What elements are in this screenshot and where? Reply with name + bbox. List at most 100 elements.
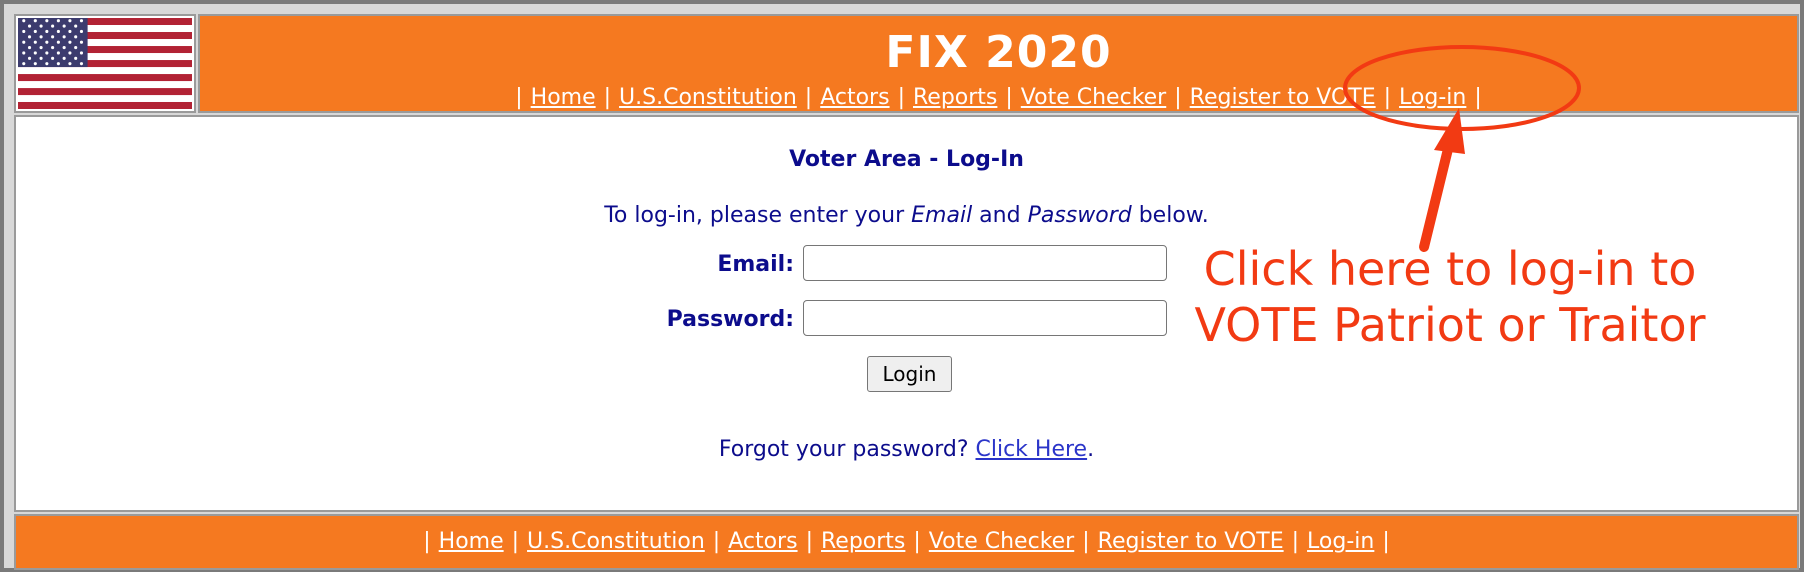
flag-star — [79, 40, 84, 44]
nav-reports-link[interactable]: Reports — [913, 85, 997, 110]
annotation-line-1: Click here to log-in to — [1203, 242, 1697, 296]
nav-separator: | — [1382, 529, 1390, 554]
nav-separator: | — [897, 85, 905, 110]
us-flag-icon — [18, 18, 192, 109]
login-button[interactable]: Login — [867, 356, 952, 392]
nav-login-link[interactable]: Log-in — [1399, 85, 1466, 110]
flag-star — [22, 62, 26, 66]
flag-star — [74, 46, 78, 50]
nav-separator: | — [1291, 529, 1300, 554]
flag-star — [22, 29, 26, 34]
flag-star — [62, 24, 66, 28]
nav-separator: | — [913, 529, 921, 554]
nav-home-link[interactable]: Home — [531, 85, 596, 110]
flag-star — [33, 29, 37, 34]
nav-separator: | — [1474, 85, 1482, 110]
footer-bar: | Home | U.S.Constitution | Actors | Reports | Vo… — [14, 514, 1799, 570]
intro-text: To log-in, please enter your — [604, 203, 912, 228]
header-bar: FIX 2020 | Home | U.S.Constitution | Actors | R… — [198, 14, 1799, 113]
nav-register-link[interactable]: Register to VOTE — [1190, 85, 1376, 110]
flag-star — [45, 19, 49, 23]
password-label: Password: — [666, 307, 794, 332]
site-title: FIX 2020 — [885, 27, 1112, 78]
forgot-password-line: Forgot your password? Click Here. — [16, 437, 1797, 462]
nav-vote-checker-link[interactable]: Vote Checker — [1021, 85, 1166, 110]
flag-star — [56, 40, 60, 44]
footer-nav: | Home | U.S.Constitution | Actors | Reports | Vo… — [16, 528, 1797, 556]
footer-register-link[interactable]: Register to VOTE — [1098, 529, 1284, 554]
nav-separator: | — [1005, 85, 1013, 110]
flag-cell — [14, 14, 196, 113]
flag-star — [79, 51, 84, 55]
flag-star — [79, 62, 84, 66]
flag-star — [39, 46, 43, 50]
intro-text: and — [972, 203, 1028, 228]
flag-star — [56, 62, 60, 66]
footer-constitution-link[interactable]: U.S.Constitution — [527, 529, 705, 554]
flag-star — [39, 56, 43, 60]
footer-reports-link[interactable]: Reports — [821, 529, 905, 554]
nav-separator: | — [423, 529, 431, 554]
flag-star — [56, 51, 60, 55]
forgot-period: . — [1087, 437, 1095, 462]
forgot-password-link[interactable]: Click Here — [976, 437, 1088, 462]
flag-star — [51, 24, 55, 28]
flag-star — [79, 19, 84, 23]
top-nav: | Home | U.S.Constitution | Actors | Reports | Vo… — [200, 84, 1797, 112]
flag-star — [51, 35, 55, 39]
nav-separator: | — [712, 529, 721, 554]
flag-star — [39, 24, 43, 28]
login-title: Voter Area - Log-In — [789, 147, 1024, 172]
intro-text: below. — [1131, 203, 1209, 228]
flag-star — [45, 51, 49, 55]
email-field[interactable] — [803, 245, 1167, 281]
flag-star — [51, 56, 55, 60]
annotation-line-2: VOTE Patriot or Traitor — [1194, 298, 1706, 352]
password-field[interactable] — [803, 300, 1167, 336]
intro-password-word: Password — [1027, 203, 1132, 228]
flag-star — [27, 35, 32, 39]
flag-star — [74, 35, 78, 39]
intro-email-word: Email — [911, 203, 973, 228]
flag-star — [33, 62, 37, 66]
footer-login-link[interactable]: Log-in — [1307, 529, 1374, 554]
flag-star — [45, 40, 49, 44]
flag-star — [74, 24, 78, 28]
flag-star — [62, 56, 66, 60]
nav-separator: | — [1174, 85, 1182, 110]
nav-separator: | — [804, 85, 813, 110]
flag-star — [68, 62, 72, 66]
flag-star — [22, 19, 26, 23]
flag-star — [33, 51, 37, 55]
flag-star — [68, 19, 72, 23]
nav-separator: | — [603, 85, 612, 110]
flag-star — [74, 56, 78, 60]
flag-star — [51, 46, 55, 50]
flag-star — [62, 35, 66, 39]
footer-home-link[interactable]: Home — [439, 529, 504, 554]
flag-star — [27, 46, 32, 50]
flag-star — [68, 29, 72, 34]
nav-separator: | — [1082, 529, 1090, 554]
nav-separator: | — [511, 529, 520, 554]
flag-star — [27, 24, 32, 28]
nav-separator: | — [805, 529, 813, 554]
flag-star — [56, 29, 60, 34]
flag-star — [45, 29, 49, 34]
flag-star — [33, 19, 37, 23]
flag-star — [39, 35, 43, 39]
email-label: Email: — [717, 252, 794, 277]
nav-actors-link[interactable]: Actors — [820, 85, 889, 110]
flag-star — [56, 19, 60, 23]
nav-constitution-link[interactable]: U.S.Constitution — [619, 85, 797, 110]
flag-star — [79, 29, 84, 34]
flag-star — [22, 40, 26, 44]
login-instructions: To log-in, please enter your Email and P… — [16, 203, 1797, 228]
flag-star — [27, 56, 32, 60]
flag-star — [62, 46, 66, 50]
footer-vote-checker-link[interactable]: Vote Checker — [929, 529, 1074, 554]
nav-separator: | — [1383, 85, 1392, 110]
flag-star — [68, 51, 72, 55]
flag-star — [22, 51, 26, 55]
footer-actors-link[interactable]: Actors — [728, 529, 797, 554]
